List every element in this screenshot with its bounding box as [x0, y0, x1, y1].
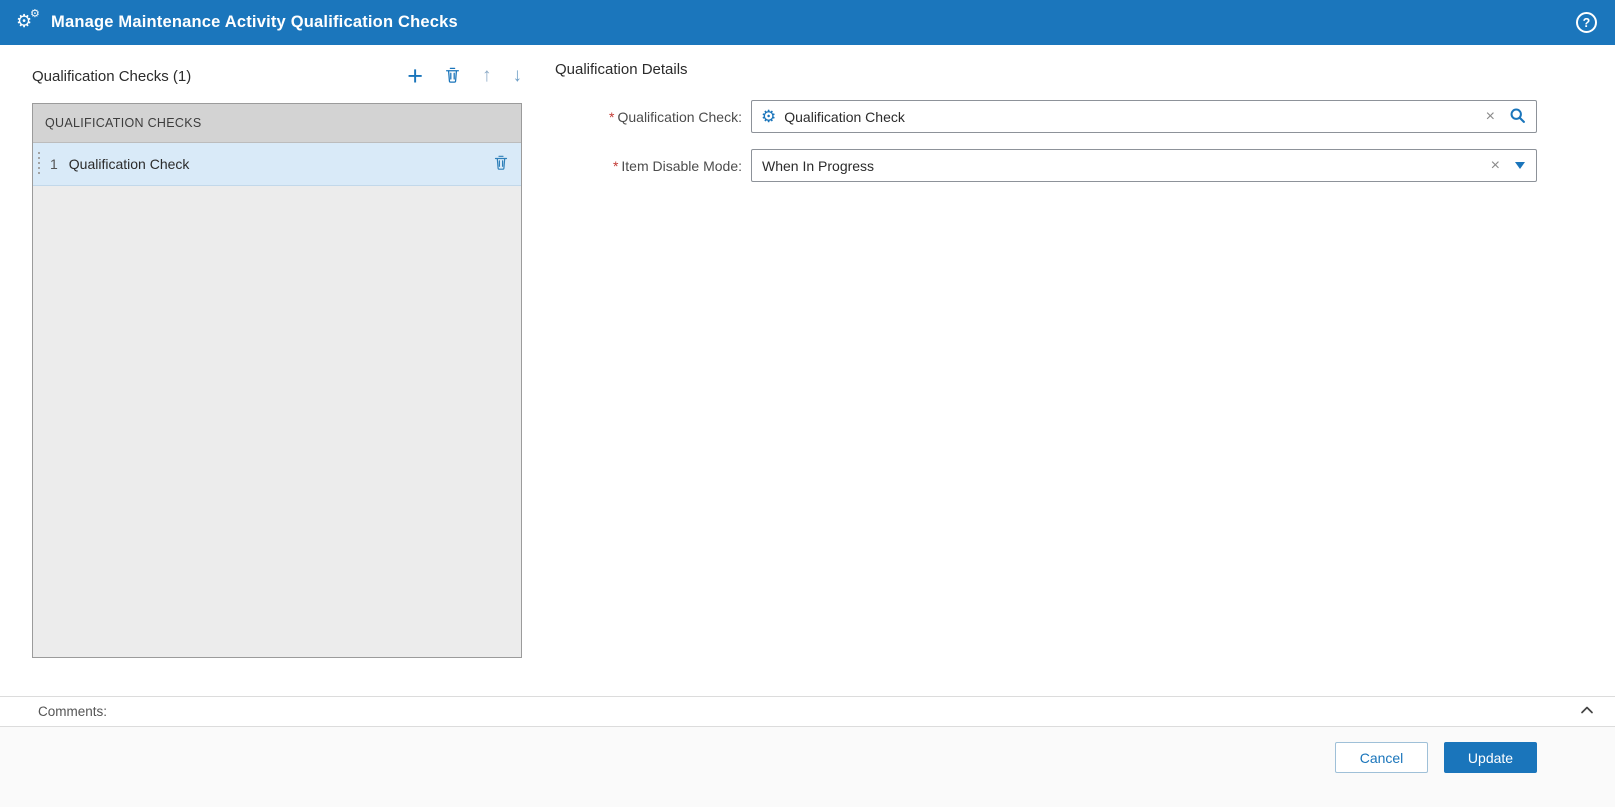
main-area: Qualification Checks (1) + ↑ ↓ QUALIFICA… — [0, 45, 1615, 696]
qualification-checks-title: Qualification Checks (1) — [32, 67, 192, 85]
qualification-check-value: Qualification Check — [784, 108, 905, 125]
list-column-header: QUALIFICATION CHECKS — [33, 104, 521, 143]
item-disable-mode-label: * Item Disable Mode: — [555, 158, 751, 174]
required-asterisk: * — [612, 157, 619, 174]
search-icon — [1509, 107, 1526, 127]
details-title: Qualification Details — [555, 61, 688, 78]
clear-button[interactable]: × — [1476, 108, 1505, 125]
comments-collapse-button[interactable] — [1579, 702, 1595, 721]
qualification-check-label-text: Qualification Check: — [617, 108, 742, 125]
titlebar: ⚙ ⚙ Manage Maintenance Activity Qualific… — [0, 0, 1615, 45]
item-disable-mode-field-row: * Item Disable Mode: When In Progress × — [555, 149, 1537, 182]
qualification-check-label: * Qualification Check: — [555, 109, 751, 125]
list-toolbar: + ↑ ↓ — [407, 63, 523, 90]
lookup-search-button[interactable] — [1505, 107, 1536, 127]
qualification-details-section: Qualification Details * Qualification Che… — [555, 61, 1537, 198]
trash-icon — [444, 66, 461, 87]
row-label: Qualification Check — [68, 156, 190, 172]
qualification-check-field-row: * Qualification Check: ⚙ Qualification Ch… — [555, 100, 1537, 133]
item-disable-mode-value: When In Progress — [762, 157, 875, 174]
cancel-button[interactable]: Cancel — [1335, 742, 1428, 773]
drag-handle-icon[interactable] — [37, 152, 41, 176]
delete-button[interactable] — [444, 66, 461, 87]
footer: Cancel Update — [0, 727, 1615, 807]
qualification-checks-list: QUALIFICATION CHECKS 1 Qualification Che… — [32, 103, 522, 658]
add-button[interactable]: + — [407, 63, 423, 90]
item-disable-mode-select[interactable]: When In Progress × — [751, 149, 1537, 182]
qualification-check-input[interactable]: ⚙ Qualification Check × — [751, 100, 1537, 133]
help-button[interactable]: ? — [1576, 12, 1597, 33]
chevron-up-icon — [1579, 702, 1595, 721]
help-icon: ? — [1582, 15, 1591, 30]
move-down-button[interactable]: ↓ — [513, 66, 523, 86]
gear-small-icon: ⚙ — [30, 7, 40, 20]
row-delete-button[interactable] — [493, 154, 509, 174]
comments-label: Comments: — [38, 704, 108, 719]
dropdown-toggle-button[interactable] — [1510, 162, 1536, 169]
row-index: 1 — [50, 156, 58, 172]
gears-icon: ⚙ ⚙ — [16, 7, 44, 36]
chevron-down-icon — [1515, 162, 1525, 169]
comments-bar: Comments: — [0, 696, 1615, 727]
page-title: Manage Maintenance Activity Qualificatio… — [51, 13, 458, 31]
update-button[interactable]: Update — [1444, 742, 1537, 773]
clear-button[interactable]: × — [1481, 157, 1510, 174]
item-disable-mode-label-text: Item Disable Mode: — [621, 157, 742, 174]
qualification-checks-panel-header: Qualification Checks (1) + ↑ ↓ — [32, 61, 522, 91]
list-item[interactable]: 1 Qualification Check — [33, 143, 521, 186]
required-asterisk: * — [609, 108, 615, 125]
qualification-check-icon: ⚙ — [761, 107, 777, 126]
trash-icon — [493, 154, 509, 174]
move-up-button[interactable]: ↑ — [482, 66, 492, 86]
